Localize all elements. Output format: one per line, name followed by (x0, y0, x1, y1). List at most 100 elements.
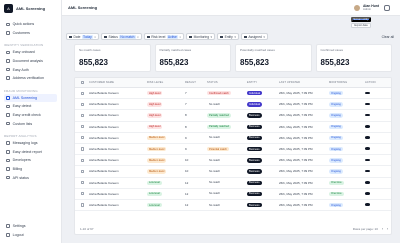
table-row[interactable]: Aisha Bolanle Kareem Medium level 10 No mat… (75, 166, 391, 178)
sidebar-item-easy-auth[interactable]: Easy Auth (4, 65, 57, 74)
sidebar-item-aml-screening[interactable]: AML Screening (4, 93, 57, 103)
eye-icon[interactable] (365, 192, 370, 195)
filter-chip-risk-level[interactable]: Risk level Active × (143, 32, 185, 41)
action-cell (365, 147, 385, 151)
row-checkbox[interactable] (81, 102, 85, 106)
customer-name: Aisha Bolanle Kareem (89, 113, 119, 118)
table-row[interactable]: Aisha Bolanle Kareem Low level 12 No match B… (75, 200, 391, 212)
row-checkbox[interactable] (81, 158, 85, 162)
select-all-checkbox[interactable] (81, 80, 85, 85)
row-checkbox[interactable] (81, 125, 85, 129)
filter-chip-status[interactable]: Status No match × (101, 32, 142, 41)
result-count: 7 (185, 102, 187, 107)
filter-chip-assigned[interactable]: Assigned ▾ (240, 32, 268, 41)
sidebar-item-easy-detect-report[interactable]: Easy detect report (4, 148, 57, 157)
sidebar-item-easy-onboard[interactable]: Easy onboard (4, 48, 57, 57)
sidebar-item-developers[interactable]: Developers (4, 156, 57, 165)
sidebar-item-settings[interactable]: Settings (4, 222, 58, 231)
filter-chip-label: Status (108, 34, 118, 39)
stat-value: 855,823 (320, 58, 350, 67)
pager: Rows per page: 10 ‹ › (353, 227, 388, 231)
filter-chip-monitoring[interactable]: Monitoring ▾ (186, 32, 216, 41)
eye-icon[interactable] (365, 158, 370, 162)
filter-chip-entity[interactable]: Entity ▾ (217, 32, 239, 41)
eye-icon[interactable] (365, 147, 370, 151)
filter-chip-date[interactable]: Date Today × (66, 32, 100, 41)
brand-logo: A (4, 3, 13, 13)
checkbox-cell (75, 203, 89, 207)
row-checkbox[interactable] (81, 113, 85, 118)
action-cell (365, 158, 385, 162)
sidebar-item-api-status[interactable]: API status (4, 173, 57, 182)
customer-name: Aisha Bolanle Kareem (89, 202, 119, 207)
sidebar-item-messaging-logs[interactable]: Messaging logs (4, 139, 57, 148)
sidebar-item-easy-credit-check[interactable]: Easy credit check (4, 111, 57, 120)
monitoring-badge: Ongoing (329, 113, 343, 118)
next-page-button[interactable]: › (387, 227, 388, 231)
entity-cell: Business (247, 180, 279, 185)
entity-cell: Business (247, 191, 279, 197)
stat-label: Partially matched cases (159, 48, 192, 52)
close-icon[interactable]: × (94, 35, 96, 39)
eye-icon[interactable] (365, 169, 370, 173)
eye-icon[interactable] (365, 181, 370, 184)
pin-icon (6, 76, 10, 81)
sidebar-item-billing[interactable]: Billing (4, 165, 57, 174)
eye-icon[interactable] (365, 203, 370, 206)
chevron-down-icon: ▾ (234, 34, 236, 39)
sidebar-item-logout[interactable]: Logout (4, 230, 58, 239)
sidebar-item-label: Messaging logs (12, 141, 38, 146)
eye-icon[interactable] (365, 91, 370, 95)
checkbox-cell (75, 147, 89, 151)
risk-cell: Low level (147, 180, 185, 185)
checkbox-cell (75, 113, 89, 118)
export-data-button[interactable]: Export data (351, 23, 371, 28)
row-checkbox[interactable] (81, 147, 85, 151)
table-row[interactable]: Aisha Bolanle Kareem High level 7 Confirmed… (75, 88, 391, 100)
table-row[interactable]: Aisha Bolanle Kareem Medium level 9 No matc… (75, 133, 391, 144)
screen-entity-button[interactable]: Screen entity (351, 17, 371, 22)
risk-badge: Medium level (147, 135, 167, 141)
table-row[interactable]: Aisha Bolanle Kareem High level 8 Partially… (75, 122, 391, 133)
customer-name: Aisha Bolanle Kareem (89, 158, 119, 163)
row-checkbox[interactable] (81, 136, 85, 140)
status-badge: Partially matched (207, 124, 231, 130)
eye-icon[interactable] (365, 125, 370, 128)
table-row[interactable]: Aisha Bolanle Kareem Low level 12 No match B… (75, 178, 391, 189)
sidebar-item-address-verification[interactable]: Address verification (4, 74, 57, 83)
bell-icon[interactable] (384, 4, 390, 11)
sidebar-item-quick-actions[interactable]: Quick actions (4, 20, 57, 29)
eye-icon[interactable] (365, 136, 370, 139)
status-cell: No match (207, 191, 247, 196)
row-checkbox[interactable] (81, 169, 85, 173)
eye-icon[interactable] (365, 102, 370, 106)
risk-cell: Low level (147, 202, 185, 208)
table-row[interactable]: Aisha Bolanle Kareem Medium level 10 No mat… (75, 155, 391, 167)
sidebar-item-label: Address verification (12, 76, 44, 81)
status-badge: No match (209, 203, 221, 207)
rows-per-page-select[interactable]: Rows per page: 10 (353, 227, 378, 231)
monitoring-badge: One time (329, 180, 344, 185)
monitoring-badge: Ongoing (329, 202, 343, 208)
sidebar-item-document-analysis[interactable]: Document analysis (4, 57, 57, 66)
row-checkbox[interactable] (81, 181, 85, 185)
sidebar-item-customers[interactable]: Customers (4, 29, 57, 38)
close-icon[interactable]: × (179, 35, 181, 39)
row-checkbox[interactable] (81, 203, 85, 207)
eye-icon[interactable] (365, 113, 370, 117)
close-icon[interactable]: × (137, 35, 139, 39)
table-row[interactable]: Aisha Bolanle Kareem High level 7 No match I… (75, 99, 391, 111)
user-menu[interactable]: Alan Hunt Admin (353, 4, 390, 11)
table-row[interactable]: Aisha Bolanle Kareem High level 8 Partially… (75, 110, 391, 122)
last-updated: 26th, May 2025, 7:09 PM (279, 102, 313, 107)
prev-page-button[interactable]: ‹ (382, 227, 383, 231)
table-row[interactable]: Aisha Bolanle Kareem Medium level 9 Potenti… (75, 144, 391, 156)
entity-cell: Business (247, 135, 279, 141)
row-checkbox[interactable] (81, 91, 85, 95)
sidebar-item-easy-detect[interactable]: Easy detect (4, 102, 57, 111)
filter-chip-value: Active (166, 34, 178, 39)
sidebar-item-custom-lists[interactable]: Custom lists (4, 119, 57, 128)
clear-all-button[interactable]: Clear all (382, 35, 394, 39)
row-checkbox[interactable] (81, 192, 85, 196)
table-row[interactable]: Aisha Bolanle Kareem Low level 12 No match B… (75, 189, 391, 200)
